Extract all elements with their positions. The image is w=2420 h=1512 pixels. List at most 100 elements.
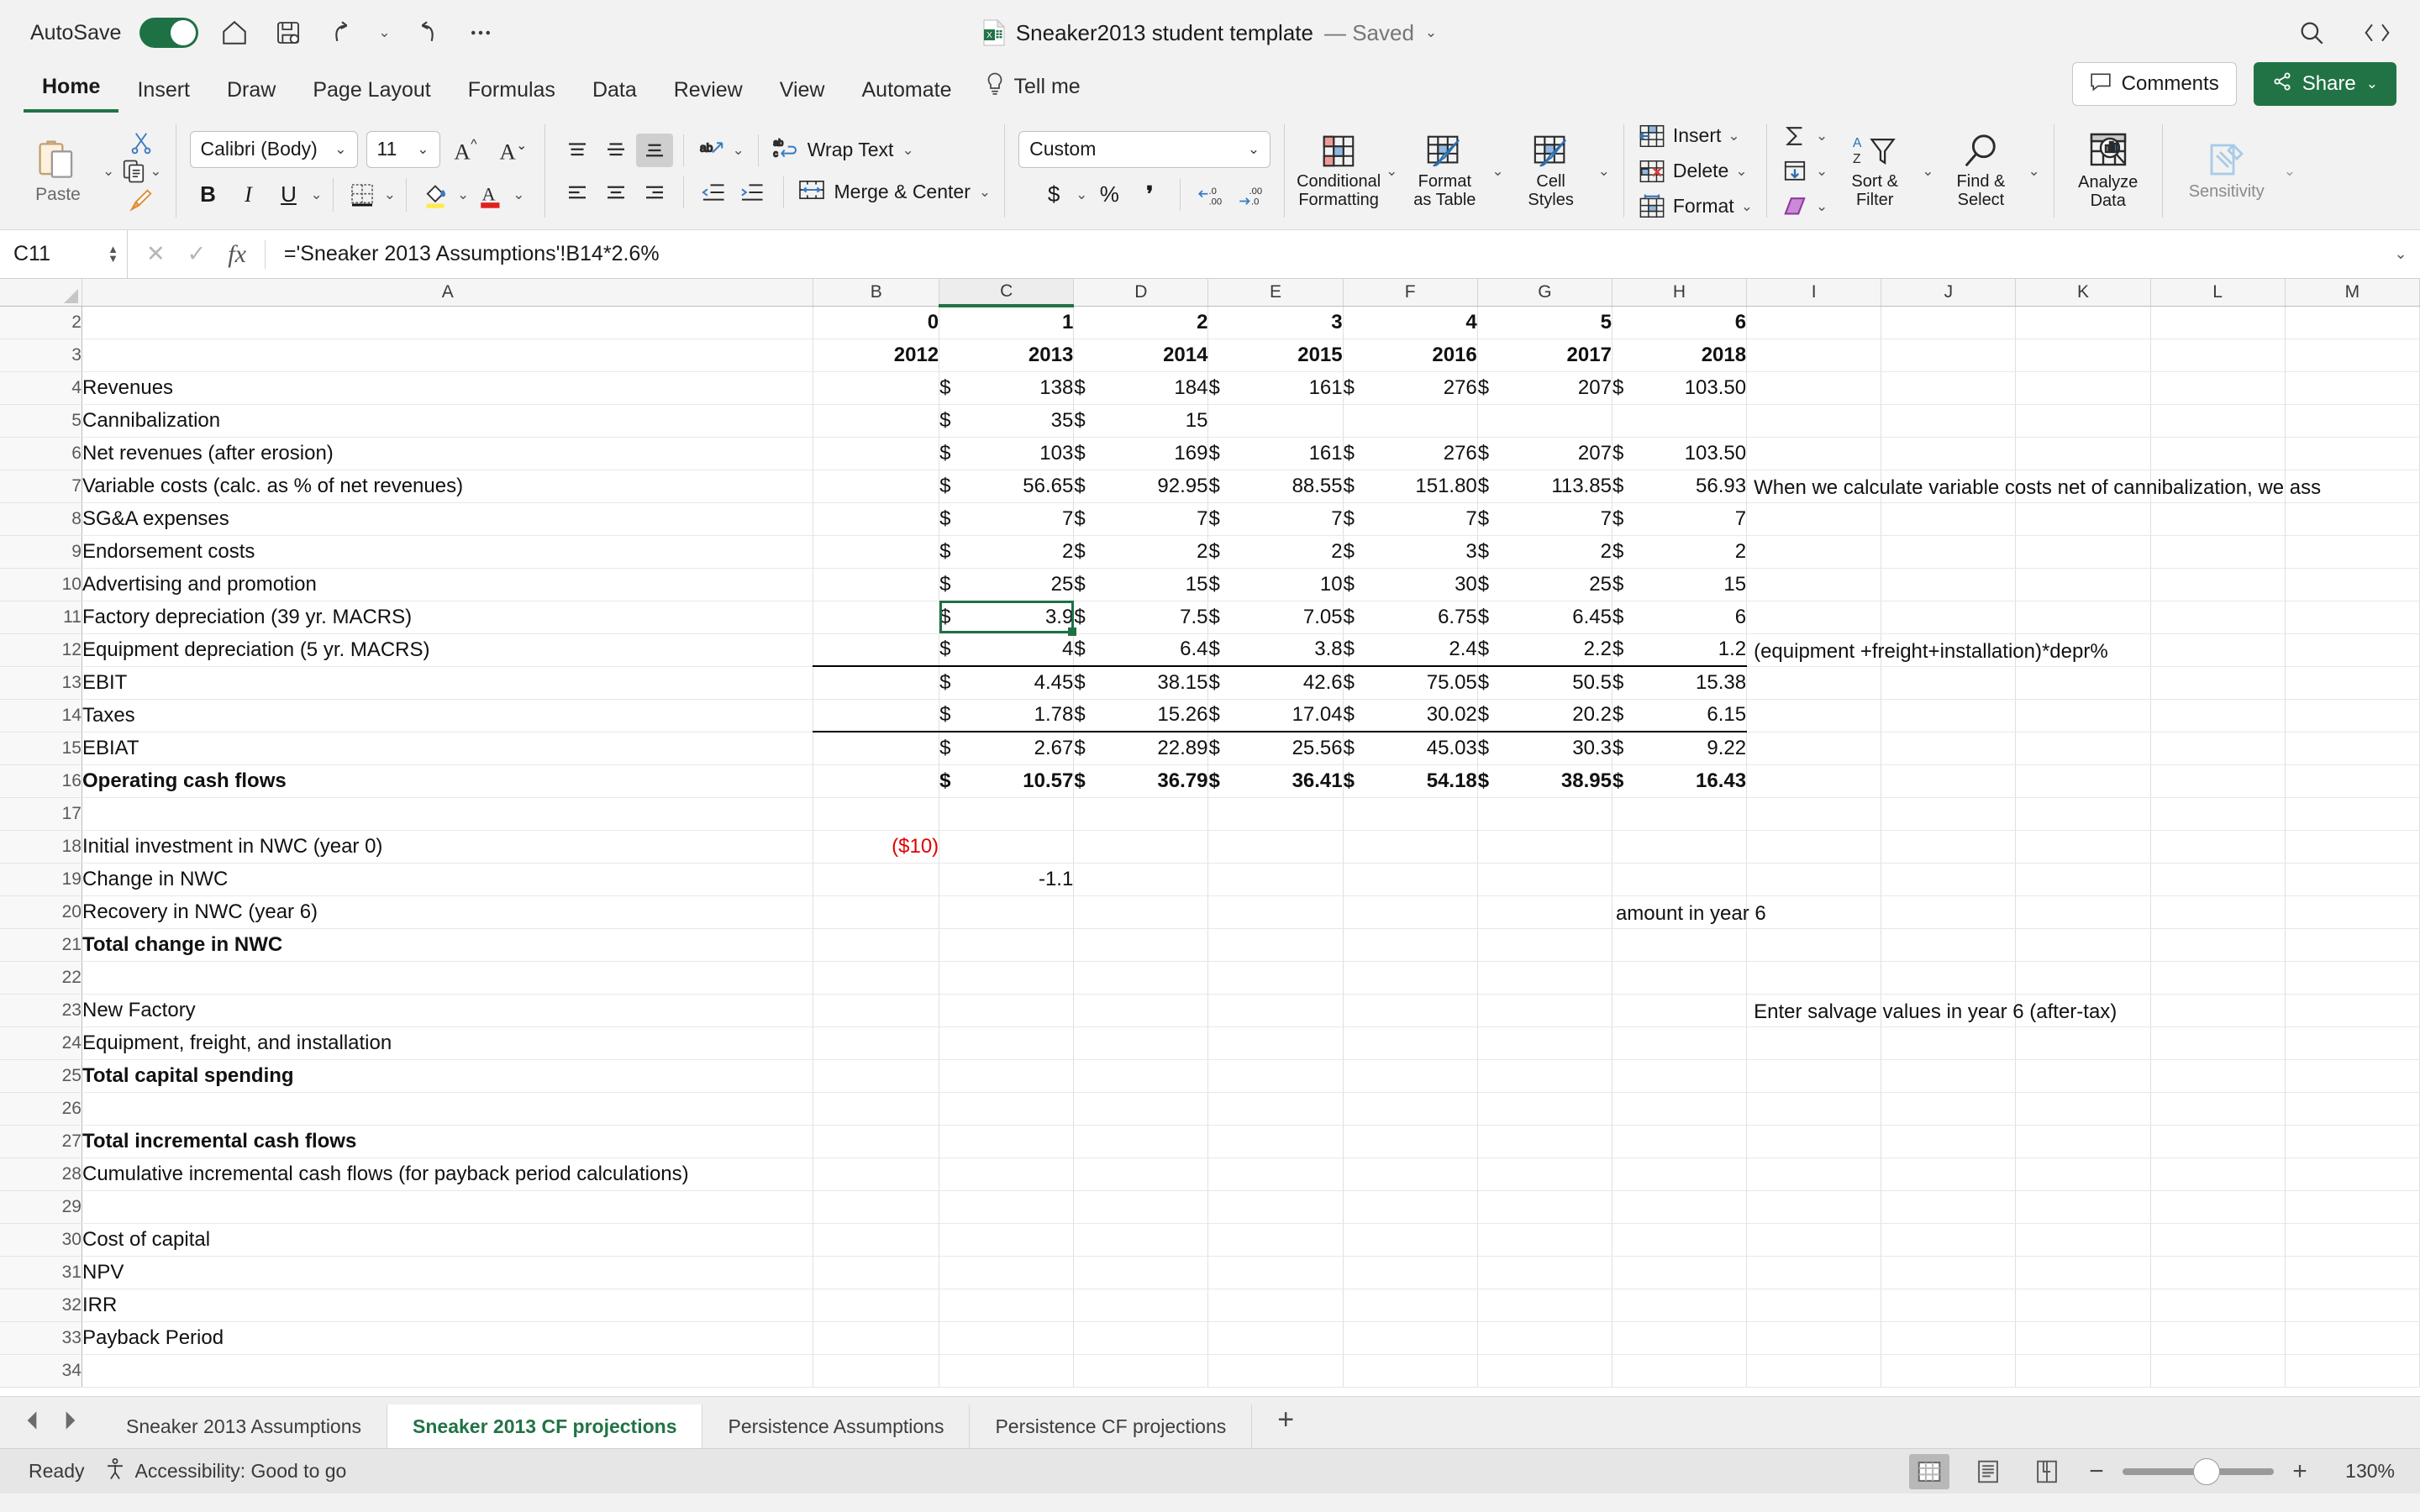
cell-L17[interactable] [2150,797,2286,831]
confirm-icon[interactable]: ✓ [187,241,207,267]
cell-F14[interactable]: $30.02 [1343,699,1478,732]
cell-J28[interactable] [1881,1158,2017,1191]
cell-H8[interactable]: $7 [1612,502,1748,536]
cell-H24[interactable] [1612,1026,1748,1060]
cell-D21[interactable] [1073,928,1209,962]
save-icon[interactable] [271,15,306,50]
cell-F25[interactable] [1343,1059,1478,1093]
cell-B20[interactable] [813,895,940,929]
row-header-17[interactable]: 17 [0,797,82,831]
cell-B9[interactable] [813,535,940,569]
cell-H16[interactable]: $16.43 [1612,764,1748,798]
row-header-7[interactable]: 7 [0,470,82,503]
row-header-6[interactable]: 6 [0,437,82,470]
cell-F23[interactable] [1343,994,1478,1027]
cell-H15[interactable]: $9.22 [1612,731,1748,765]
row-header-16[interactable]: 16 [0,764,82,798]
cell-H13[interactable]: $15.38 [1612,665,1748,700]
column-header-f[interactable]: F [1343,279,1478,307]
merge-center-button[interactable]: Merge & Center ⌄ [797,178,991,207]
cell-B18[interactable]: ($10) [813,830,940,864]
cell-E24[interactable] [1207,1026,1344,1060]
cell-D17[interactable] [1073,797,1209,831]
cell-K24[interactable] [2015,1026,2151,1060]
cell-I7[interactable]: When we calculate variable costs net of … [1746,470,2321,503]
cell-D9[interactable]: $2 [1073,535,1209,569]
cell-K3[interactable] [2015,339,2151,372]
cell-G15[interactable]: $30.3 [1477,731,1612,765]
cell-J9[interactable] [1881,535,2017,569]
cell-K7[interactable] [2015,470,2151,503]
cell-L12[interactable] [2150,633,2286,667]
cell-J30[interactable] [1881,1223,2017,1257]
add-sheet-button[interactable]: + [1252,1404,1319,1448]
cell-C32[interactable] [939,1289,1075,1322]
format-painter-button[interactable] [129,187,154,213]
cell-A18[interactable]: Initial investment in NWC (year 0) [82,830,814,864]
cell-E11[interactable]: $7.05 [1207,601,1344,634]
cell-C4[interactable]: $138 [939,371,1075,405]
cell-D2[interactable]: 2 [1073,306,1209,339]
cell-K22[interactable] [2015,961,2151,995]
cell-L29[interactable] [2150,1190,2286,1224]
cell-K6[interactable] [2015,437,2151,470]
cell-I27[interactable] [1746,1125,1882,1158]
cell-M33[interactable] [2285,1321,2420,1355]
column-header-k[interactable]: K [2015,279,2151,307]
cell-F32[interactable] [1343,1289,1478,1322]
cell-I23[interactable]: Enter salvage values in year 6 (after-ta… [1746,994,2117,1027]
row-header-29[interactable]: 29 [0,1190,82,1224]
font-color-dropdown-icon[interactable]: ⌄ [513,186,524,203]
cell-D5[interactable]: $15 [1073,404,1209,438]
cell-A16[interactable]: Operating cash flows [82,764,814,798]
cell-M27[interactable] [2285,1125,2420,1158]
cell-L14[interactable] [2150,699,2286,732]
autosum-button[interactable]: ⌄ [1781,118,1828,154]
cell-G34[interactable] [1477,1354,1612,1388]
fx-icon[interactable]: fx [228,240,246,269]
cell-M34[interactable] [2285,1354,2420,1388]
cell-J26[interactable] [1881,1092,2017,1126]
cell-H14[interactable]: $6.15 [1612,699,1748,732]
cell-E30[interactable] [1207,1223,1344,1257]
cell-B15[interactable] [813,731,940,765]
cell-B22[interactable] [813,961,940,995]
cell-G31[interactable] [1477,1256,1612,1289]
row-header-25[interactable]: 25 [0,1059,82,1093]
row-header-23[interactable]: 23 [0,994,82,1027]
cell-C13[interactable]: $4.45 [939,665,1075,700]
comma-format-button[interactable]: ❜ [1131,178,1168,212]
cell-E10[interactable]: $10 [1207,568,1344,601]
cell-I10[interactable] [1746,568,1882,601]
percent-format-button[interactable]: % [1091,178,1128,212]
cell-G12[interactable]: $2.2 [1477,633,1612,667]
zoom-in-button[interactable]: + [2289,1457,2311,1486]
cell-A2[interactable] [82,306,814,339]
cancel-icon[interactable]: ✕ [146,241,166,267]
underline-dropdown-icon[interactable]: ⌄ [311,186,323,203]
search-icon[interactable] [2294,15,2329,50]
align-center-button[interactable] [597,176,634,209]
cell-C34[interactable] [939,1354,1075,1388]
cell-E26[interactable] [1207,1092,1344,1126]
cell-H29[interactable] [1612,1190,1748,1224]
cell-G14[interactable]: $20.2 [1477,699,1612,732]
tab-view[interactable]: View [761,78,844,113]
format-cells-dropdown-icon[interactable]: ⌄ [1741,198,1753,215]
cell-A11[interactable]: Factory depreciation (39 yr. MACRS) [82,601,814,634]
cell-J12[interactable] [1881,633,2017,667]
decrease-indent-button[interactable] [694,176,731,209]
decrease-font-size-button[interactable]: A ⌄ [494,133,531,166]
column-header-d[interactable]: D [1073,279,1209,307]
cell-B24[interactable] [813,1026,940,1060]
cell-B13[interactable] [813,665,940,700]
tab-review[interactable]: Review [655,78,761,113]
cell-G18[interactable] [1477,830,1612,864]
row-header-3[interactable]: 3 [0,339,82,372]
row-header-27[interactable]: 27 [0,1125,82,1158]
cell-B8[interactable] [813,502,940,536]
name-box-spinner[interactable]: ▲ ▼ [108,243,118,264]
sort-filter-dropdown-icon[interactable]: ⌄ [1922,163,1933,180]
cell-J17[interactable] [1881,797,2017,831]
cell-E12[interactable]: $3.8 [1207,633,1344,667]
